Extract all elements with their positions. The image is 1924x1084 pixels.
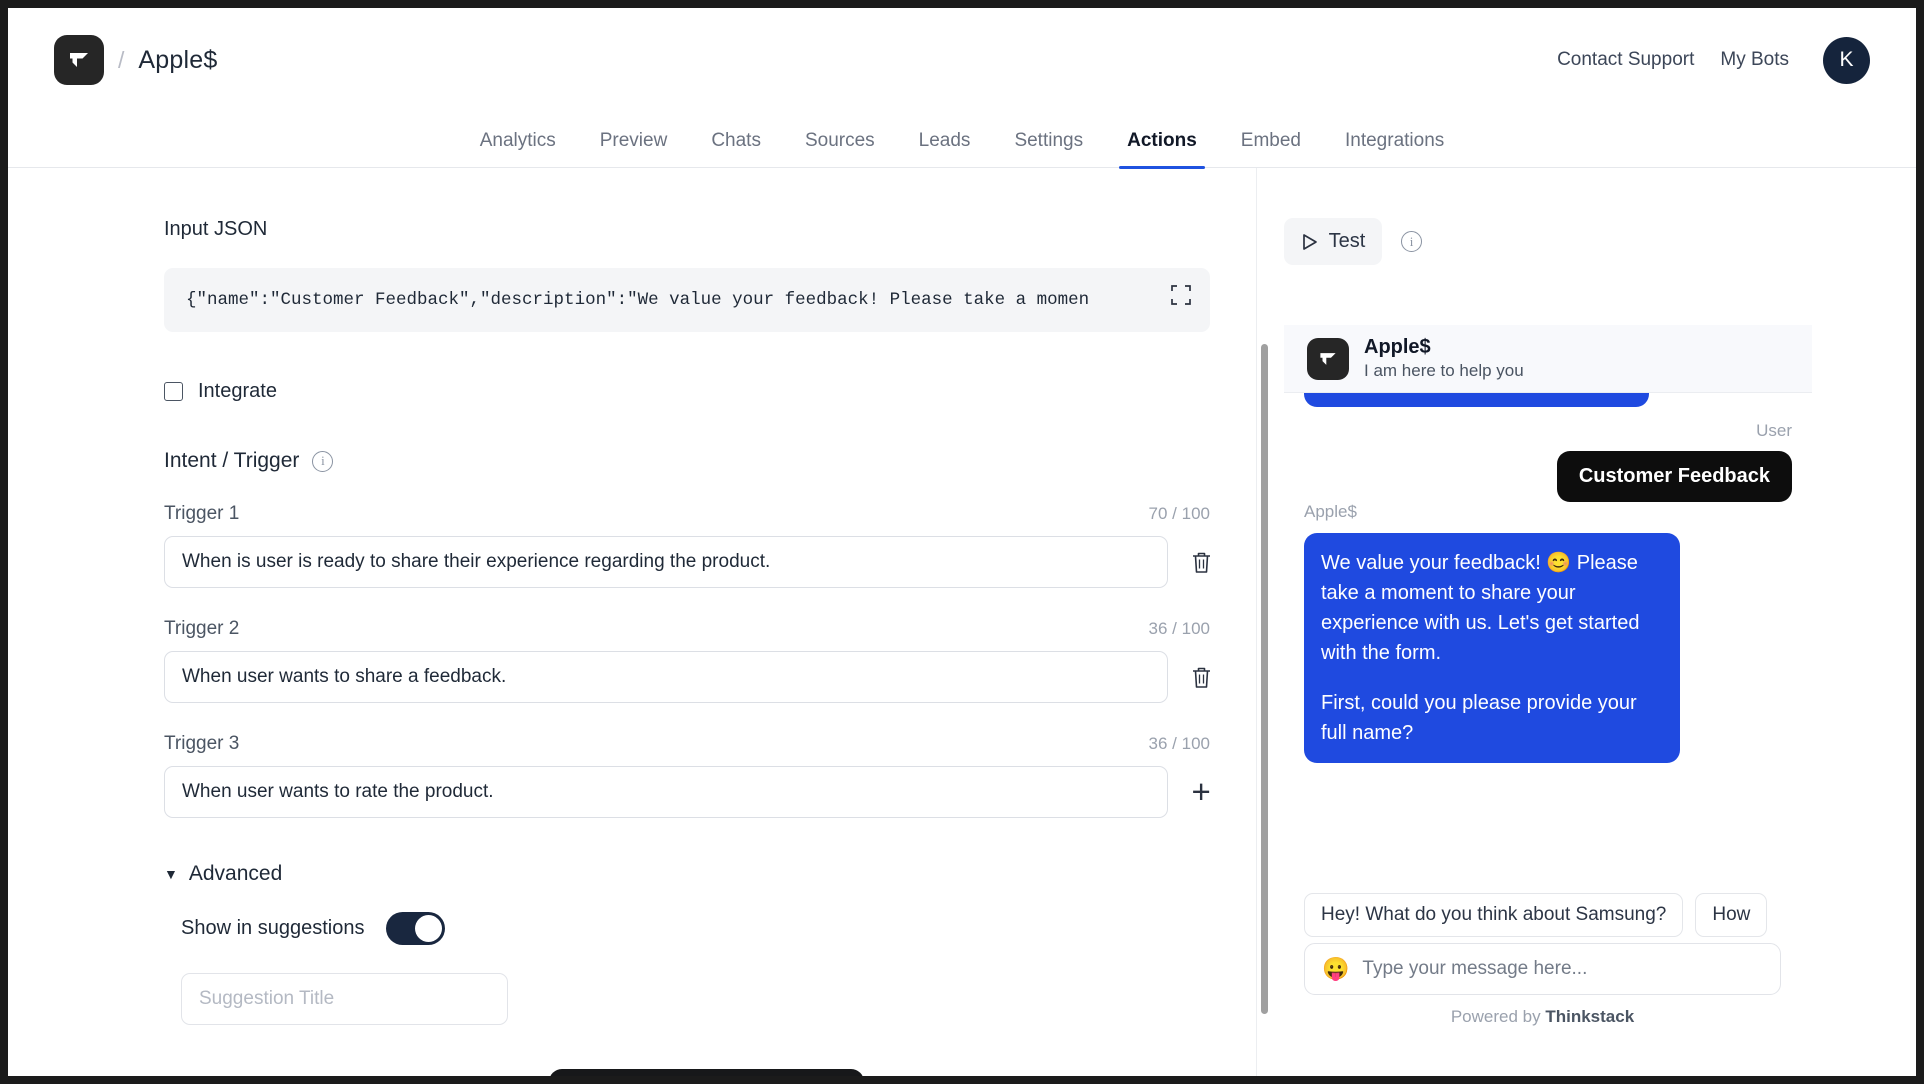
tab-preview[interactable]: Preview: [578, 130, 690, 167]
show-in-suggestions-label: Show in suggestions: [181, 917, 365, 939]
chat-message-sender: User: [1756, 421, 1792, 440]
trigger-block: Trigger 2 36 / 100 When user wants to sh…: [164, 618, 1216, 703]
test-button-label: Test: [1328, 230, 1366, 252]
plus-icon[interactable]: +: [1186, 775, 1216, 808]
chat-message-bot: We value your feedback! 😊 Please take a …: [1304, 533, 1680, 763]
suggestion-title-input[interactable]: Suggestion Title: [181, 973, 508, 1025]
trigger-input[interactable]: When is user is ready to share their exp…: [164, 536, 1169, 588]
tab-embed[interactable]: Embed: [1219, 130, 1323, 167]
my-bots-link[interactable]: My Bots: [1720, 49, 1789, 71]
advanced-label: Advanced: [188, 862, 283, 885]
info-icon[interactable]: i: [1401, 231, 1422, 252]
chat-composer[interactable]: 😛 Type your message here...: [1304, 943, 1781, 995]
tab-sources[interactable]: Sources: [783, 130, 897, 167]
tab-actions[interactable]: Actions: [1105, 130, 1219, 169]
suggestion-chip[interactable]: Hey! What do you think about Samsung?: [1304, 893, 1684, 937]
suggestion-chips: Hey! What do you think about Samsung? Ho…: [1304, 893, 1812, 937]
chat-messages-list[interactable]: User Customer Feedback Apple$ We value y…: [1284, 393, 1812, 979]
powered-by-label: Powered by Thinkstack: [1304, 1007, 1781, 1027]
tab-chats[interactable]: Chats: [689, 130, 783, 167]
trigger-char-count: 70 / 100: [1148, 504, 1210, 523]
header-actions: Contact Support My Bots K: [1557, 36, 1870, 84]
app-header: / Apple$ Contact Support My Bots K: [8, 8, 1916, 112]
chat-message-user: Customer Feedback: [1556, 451, 1792, 502]
trigger-char-count: 36 / 100: [1148, 619, 1210, 638]
trigger-input[interactable]: When user wants to share a feedback.: [164, 651, 1169, 703]
tab-integrations[interactable]: Integrations: [1323, 130, 1466, 167]
chat-preview-widget: Apple$ I am here to help you User Custom…: [1284, 325, 1812, 1035]
input-json-field[interactable]: {"name":"Customer Feedback","description…: [164, 268, 1210, 332]
show-in-suggestions-toggle[interactable]: [386, 912, 446, 945]
trigger-label: Trigger 3: [164, 733, 240, 754]
play-triangle-icon: [1302, 233, 1317, 250]
chat-message-paragraph: First, could you please provide your ful…: [1321, 692, 1637, 744]
breadcrumb: / Apple$: [54, 35, 217, 85]
test-preview-pane: Test i Apple$ I am here to help you User…: [1256, 168, 1916, 1076]
suggestion-chip[interactable]: How: [1695, 893, 1768, 937]
trigger-label: Trigger 2: [164, 618, 240, 639]
test-button[interactable]: Test: [1284, 218, 1382, 265]
action-form-pane: Input JSON {"name":"Customer Feedback","…: [8, 168, 1256, 1076]
input-json-value: {"name":"Customer Feedback","description…: [186, 290, 1090, 310]
show-in-suggestions-row: Show in suggestions: [181, 912, 1216, 945]
avatar[interactable]: K: [1823, 36, 1870, 84]
trigger-block: Trigger 3 36 / 100 When user wants to ra…: [164, 733, 1216, 818]
emoji-icon[interactable]: 😛: [1322, 956, 1349, 982]
trigger-block: Trigger 1 70 / 100 When is user is ready…: [164, 503, 1216, 588]
chat-input-placeholder: Type your message here...: [1362, 958, 1588, 979]
tab-leads[interactable]: Leads: [897, 130, 993, 167]
trash-icon[interactable]: [1186, 662, 1216, 692]
integrate-checkbox[interactable]: [164, 382, 183, 401]
intent-trigger-label: Intent / Trigger: [164, 449, 300, 472]
page-title: Apple$: [138, 45, 218, 74]
chat-bot-name: Apple$: [1364, 336, 1431, 358]
tab-settings[interactable]: Settings: [992, 130, 1105, 167]
main-tabs: Analytics Preview Chats Sources Leads Se…: [8, 112, 1916, 169]
tab-analytics[interactable]: Analytics: [458, 130, 578, 167]
integrate-label: Integrate: [198, 380, 277, 402]
chat-bot-subtitle: I am here to help you: [1364, 361, 1524, 380]
advanced-toggle-section[interactable]: ▼ Advanced: [164, 862, 1216, 886]
powered-by-prefix: Powered by: [1450, 1007, 1546, 1026]
callout-tooltip: Enable Suggestions: [549, 1069, 865, 1076]
app-window: / Apple$ Contact Support My Bots K Analy…: [8, 8, 1916, 1076]
chevron-down-icon: ▼: [164, 866, 178, 882]
thinkstack-logo-icon: [1307, 337, 1349, 380]
chat-message-bot-clipped: [1304, 393, 1649, 407]
trigger-input[interactable]: When user wants to rate the product.: [164, 766, 1169, 818]
info-icon[interactable]: i: [312, 450, 334, 472]
page-body: Input JSON {"name":"Customer Feedback","…: [8, 168, 1916, 1076]
integrate-row: Integrate: [164, 380, 1216, 403]
intent-trigger-heading: Intent / Trigger i: [164, 449, 1216, 473]
trash-icon[interactable]: [1186, 547, 1216, 577]
thinkstack-logo-icon[interactable]: [54, 35, 104, 85]
chat-widget-header: Apple$ I am here to help you: [1284, 325, 1812, 393]
expand-fullscreen-icon[interactable]: [1170, 284, 1192, 306]
chat-message-sender: Apple$: [1304, 502, 1357, 521]
trigger-char-count: 36 / 100: [1148, 734, 1210, 753]
input-json-label: Input JSON: [164, 218, 268, 240]
powered-by-brand: Thinkstack: [1545, 1007, 1635, 1026]
trigger-label: Trigger 1: [164, 503, 240, 524]
breadcrumb-separator: /: [118, 46, 125, 73]
test-row: Test i: [1284, 218, 1916, 265]
chat-message-paragraph: We value your feedback! 😊 Please take a …: [1321, 552, 1640, 664]
contact-support-link[interactable]: Contact Support: [1557, 49, 1694, 71]
